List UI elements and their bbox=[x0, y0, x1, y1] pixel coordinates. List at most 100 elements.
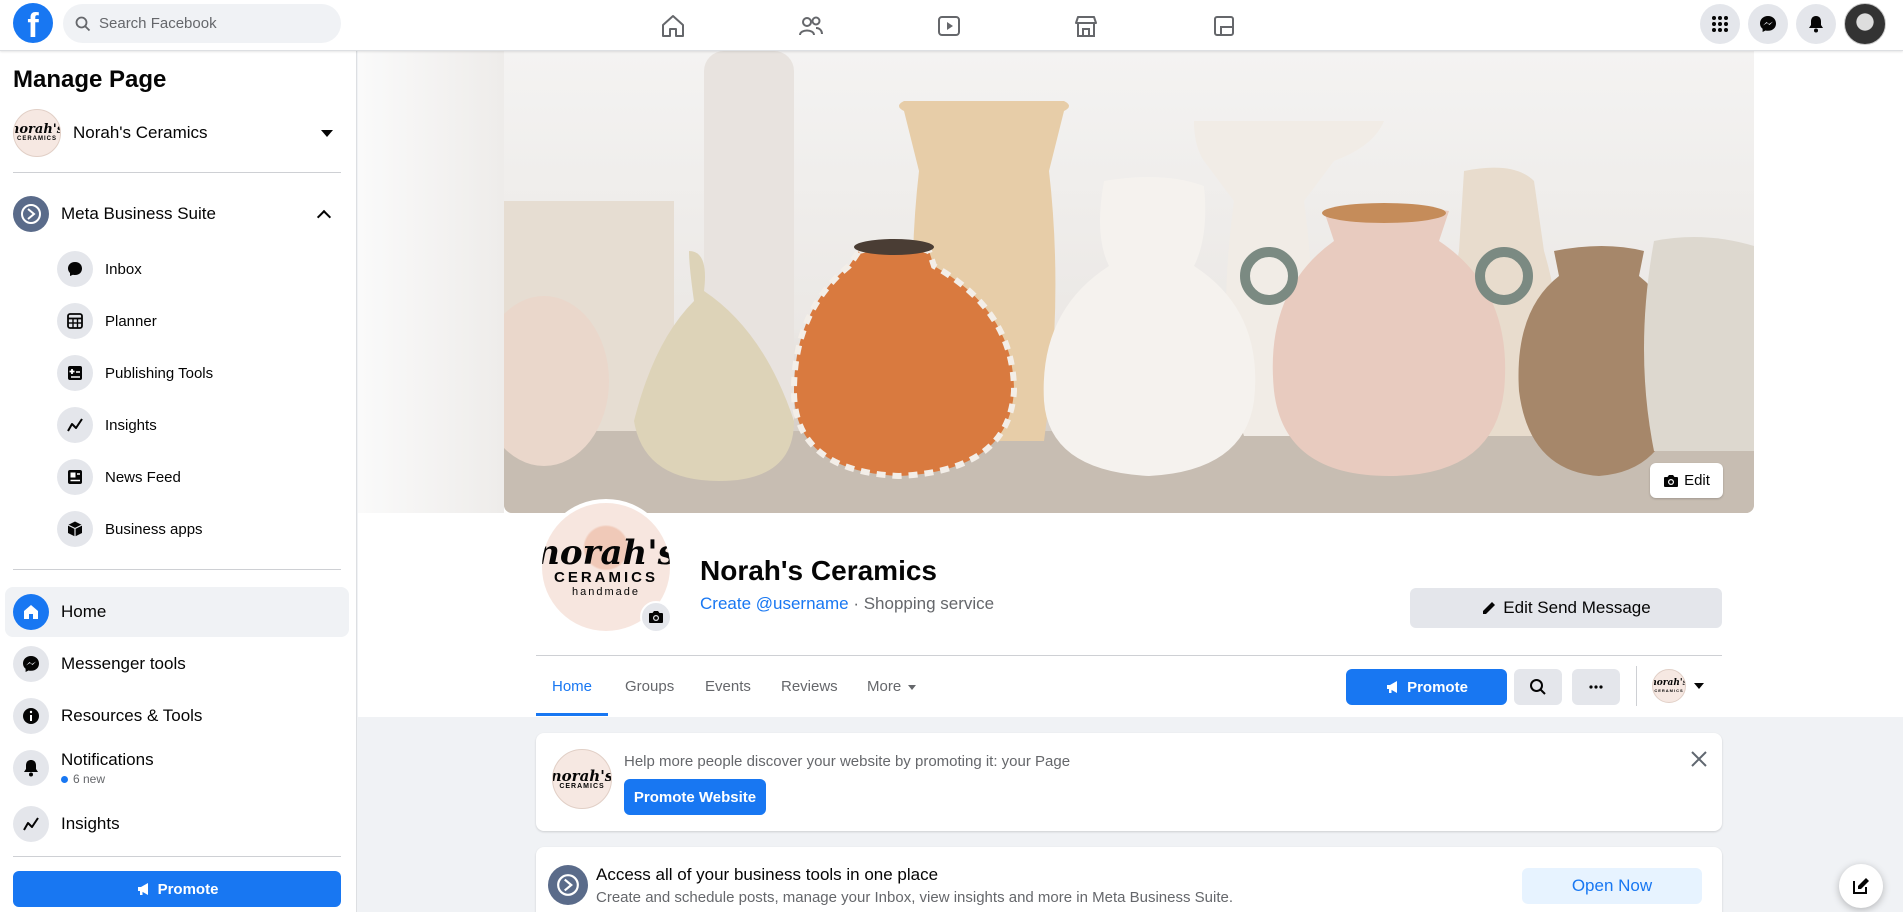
tab-label: Groups bbox=[625, 678, 675, 695]
nav-gaming[interactable] bbox=[1169, 4, 1279, 48]
sidebar-item-resources-tools[interactable]: Resources & Tools bbox=[5, 691, 349, 741]
tab-label: Reviews bbox=[781, 678, 838, 695]
switch-profile-button[interactable]: norah's CERAMICS bbox=[1652, 669, 1712, 703]
logo-text: CERAMICS bbox=[1654, 688, 1684, 693]
page-selector-name: Norah's Ceramics bbox=[73, 123, 208, 142]
info-icon bbox=[13, 698, 49, 734]
megaphone-icon bbox=[137, 883, 148, 895]
tab-home[interactable]: Home bbox=[536, 668, 609, 716]
page-avatar: norah's CERAMICS bbox=[552, 749, 612, 809]
logo-text: norah's bbox=[1652, 678, 1686, 688]
facebook-logo[interactable]: f bbox=[13, 3, 53, 43]
menu-button[interactable] bbox=[1700, 4, 1740, 44]
new-message-button[interactable] bbox=[1839, 864, 1883, 908]
nav-marketplace[interactable] bbox=[1031, 4, 1141, 48]
notifications-count-text: 6 new bbox=[73, 772, 106, 786]
sidebar-item-news-feed[interactable]: News Feed bbox=[57, 455, 337, 499]
sidebar-item-label: Resources & Tools bbox=[61, 706, 203, 725]
tab-events[interactable]: Events bbox=[705, 668, 751, 716]
promote-website-button[interactable]: Promote Website bbox=[624, 779, 766, 815]
page-search-button[interactable] bbox=[1514, 669, 1562, 705]
sidebar-item-planner[interactable]: Planner bbox=[57, 299, 337, 343]
create-username-link[interactable]: Create @username bbox=[700, 594, 849, 613]
sidebar-item-label: Inbox bbox=[105, 260, 142, 278]
divider bbox=[1636, 666, 1637, 706]
nav-home[interactable] bbox=[618, 4, 728, 48]
logo-text: norah's bbox=[542, 532, 670, 573]
close-icon[interactable] bbox=[1687, 747, 1711, 771]
more-options-button[interactable] bbox=[1572, 669, 1620, 705]
news-feed-icon bbox=[57, 459, 93, 495]
page-avatar: norah's CERAMICS bbox=[1652, 669, 1686, 703]
sidebar-item-home[interactable]: Home bbox=[5, 587, 349, 637]
meta-business-suite-icon bbox=[13, 196, 49, 232]
friends-icon bbox=[799, 16, 823, 36]
promote-help-text: Help more people discover your website b… bbox=[624, 753, 1071, 770]
home-icon bbox=[662, 15, 684, 37]
sidebar-promote-button[interactable]: Promote bbox=[13, 871, 341, 907]
meta-business-suite-label: Meta Business Suite bbox=[61, 204, 216, 223]
edit-cover-label: Edit bbox=[1684, 472, 1710, 489]
meta-business-suite-toggle[interactable]: Meta Business Suite bbox=[13, 192, 341, 236]
planner-icon bbox=[57, 303, 93, 339]
tab-more[interactable]: More bbox=[867, 668, 917, 716]
page-selector[interactable]: norah's CERAMICS Norah's Ceramics bbox=[13, 108, 341, 158]
sidebar-item-label: Insights bbox=[61, 814, 120, 833]
cover-photo[interactable] bbox=[504, 51, 1754, 513]
promote-button[interactable]: Promote bbox=[1346, 669, 1507, 705]
cover-vases-image bbox=[504, 51, 1754, 513]
nav-watch[interactable] bbox=[894, 4, 1004, 48]
top-navigation-bar: f bbox=[0, 0, 1903, 51]
tab-groups[interactable]: Groups bbox=[625, 668, 674, 716]
business-suite-card-title: Access all of your business tools in one… bbox=[596, 865, 939, 884]
sidebar-item-insights[interactable]: Insights bbox=[57, 403, 337, 447]
sidebar-item-business-apps[interactable]: Business apps bbox=[57, 507, 337, 551]
messenger-button[interactable] bbox=[1748, 4, 1788, 44]
logo-text: norah's bbox=[14, 122, 60, 137]
marketplace-icon bbox=[1075, 16, 1097, 37]
divider bbox=[13, 569, 341, 570]
business-suite-card-subtitle: Create and schedule posts, manage your I… bbox=[596, 889, 1234, 906]
sidebar-item-label: News Feed bbox=[105, 468, 181, 486]
account-avatar[interactable] bbox=[1844, 3, 1886, 45]
sidebar-item-notifications[interactable]: Notifications 6 new bbox=[5, 743, 349, 793]
business-suite-card: Access all of your business tools in one… bbox=[536, 847, 1722, 912]
search-icon bbox=[1530, 679, 1546, 695]
update-profile-picture-button[interactable] bbox=[640, 601, 672, 633]
search-icon bbox=[75, 16, 91, 31]
edit-cover-button[interactable]: Edit bbox=[1650, 463, 1723, 498]
sidebar-item-publishing-tools[interactable]: Publishing Tools bbox=[57, 351, 337, 395]
sidebar-item-label: Business apps bbox=[105, 520, 203, 538]
edit-send-message-button[interactable]: Edit Send Message bbox=[1410, 588, 1722, 628]
open-now-button[interactable]: Open Now bbox=[1522, 868, 1702, 904]
search-box[interactable] bbox=[63, 4, 341, 43]
tab-reviews[interactable]: Reviews bbox=[781, 668, 838, 716]
sidebar-item-messenger-tools[interactable]: Messenger tools bbox=[5, 639, 349, 689]
manage-page-sidebar: Manage Page norah's CERAMICS Norah's Cer… bbox=[0, 51, 357, 912]
sidebar-item-inbox[interactable]: Inbox bbox=[57, 247, 337, 291]
promote-website-card: norah's CERAMICS Help more people discov… bbox=[536, 733, 1722, 831]
page-title: Norah's Ceramics bbox=[700, 555, 937, 586]
edit-send-message-label: Edit Send Message bbox=[1503, 598, 1651, 617]
watch-icon bbox=[938, 16, 960, 36]
messenger-icon bbox=[13, 646, 49, 682]
tab-label: Home bbox=[552, 678, 593, 695]
publishing-tools-icon bbox=[57, 355, 93, 391]
logo-text: handmade bbox=[572, 585, 640, 598]
home-icon bbox=[13, 594, 49, 630]
sidebar-promote-label: Promote bbox=[157, 880, 219, 898]
nav-friends[interactable] bbox=[756, 4, 866, 48]
insights-icon bbox=[13, 806, 49, 842]
tab-label: Events bbox=[705, 678, 751, 695]
notifications-button[interactable] bbox=[1796, 4, 1836, 44]
menu-grid-icon bbox=[1712, 16, 1728, 32]
logo-text: norah's bbox=[552, 766, 612, 785]
sidebar-title: Manage Page bbox=[13, 66, 167, 93]
logo-text: CERAMICS bbox=[553, 568, 658, 586]
caret-down-icon bbox=[1694, 683, 1704, 689]
sidebar-item-insights-main[interactable]: Insights bbox=[5, 799, 349, 849]
search-input[interactable] bbox=[99, 15, 319, 32]
tab-label: More bbox=[867, 678, 902, 695]
logo-text: CERAMICS bbox=[559, 782, 605, 790]
meta-business-suite-icon bbox=[548, 865, 588, 905]
